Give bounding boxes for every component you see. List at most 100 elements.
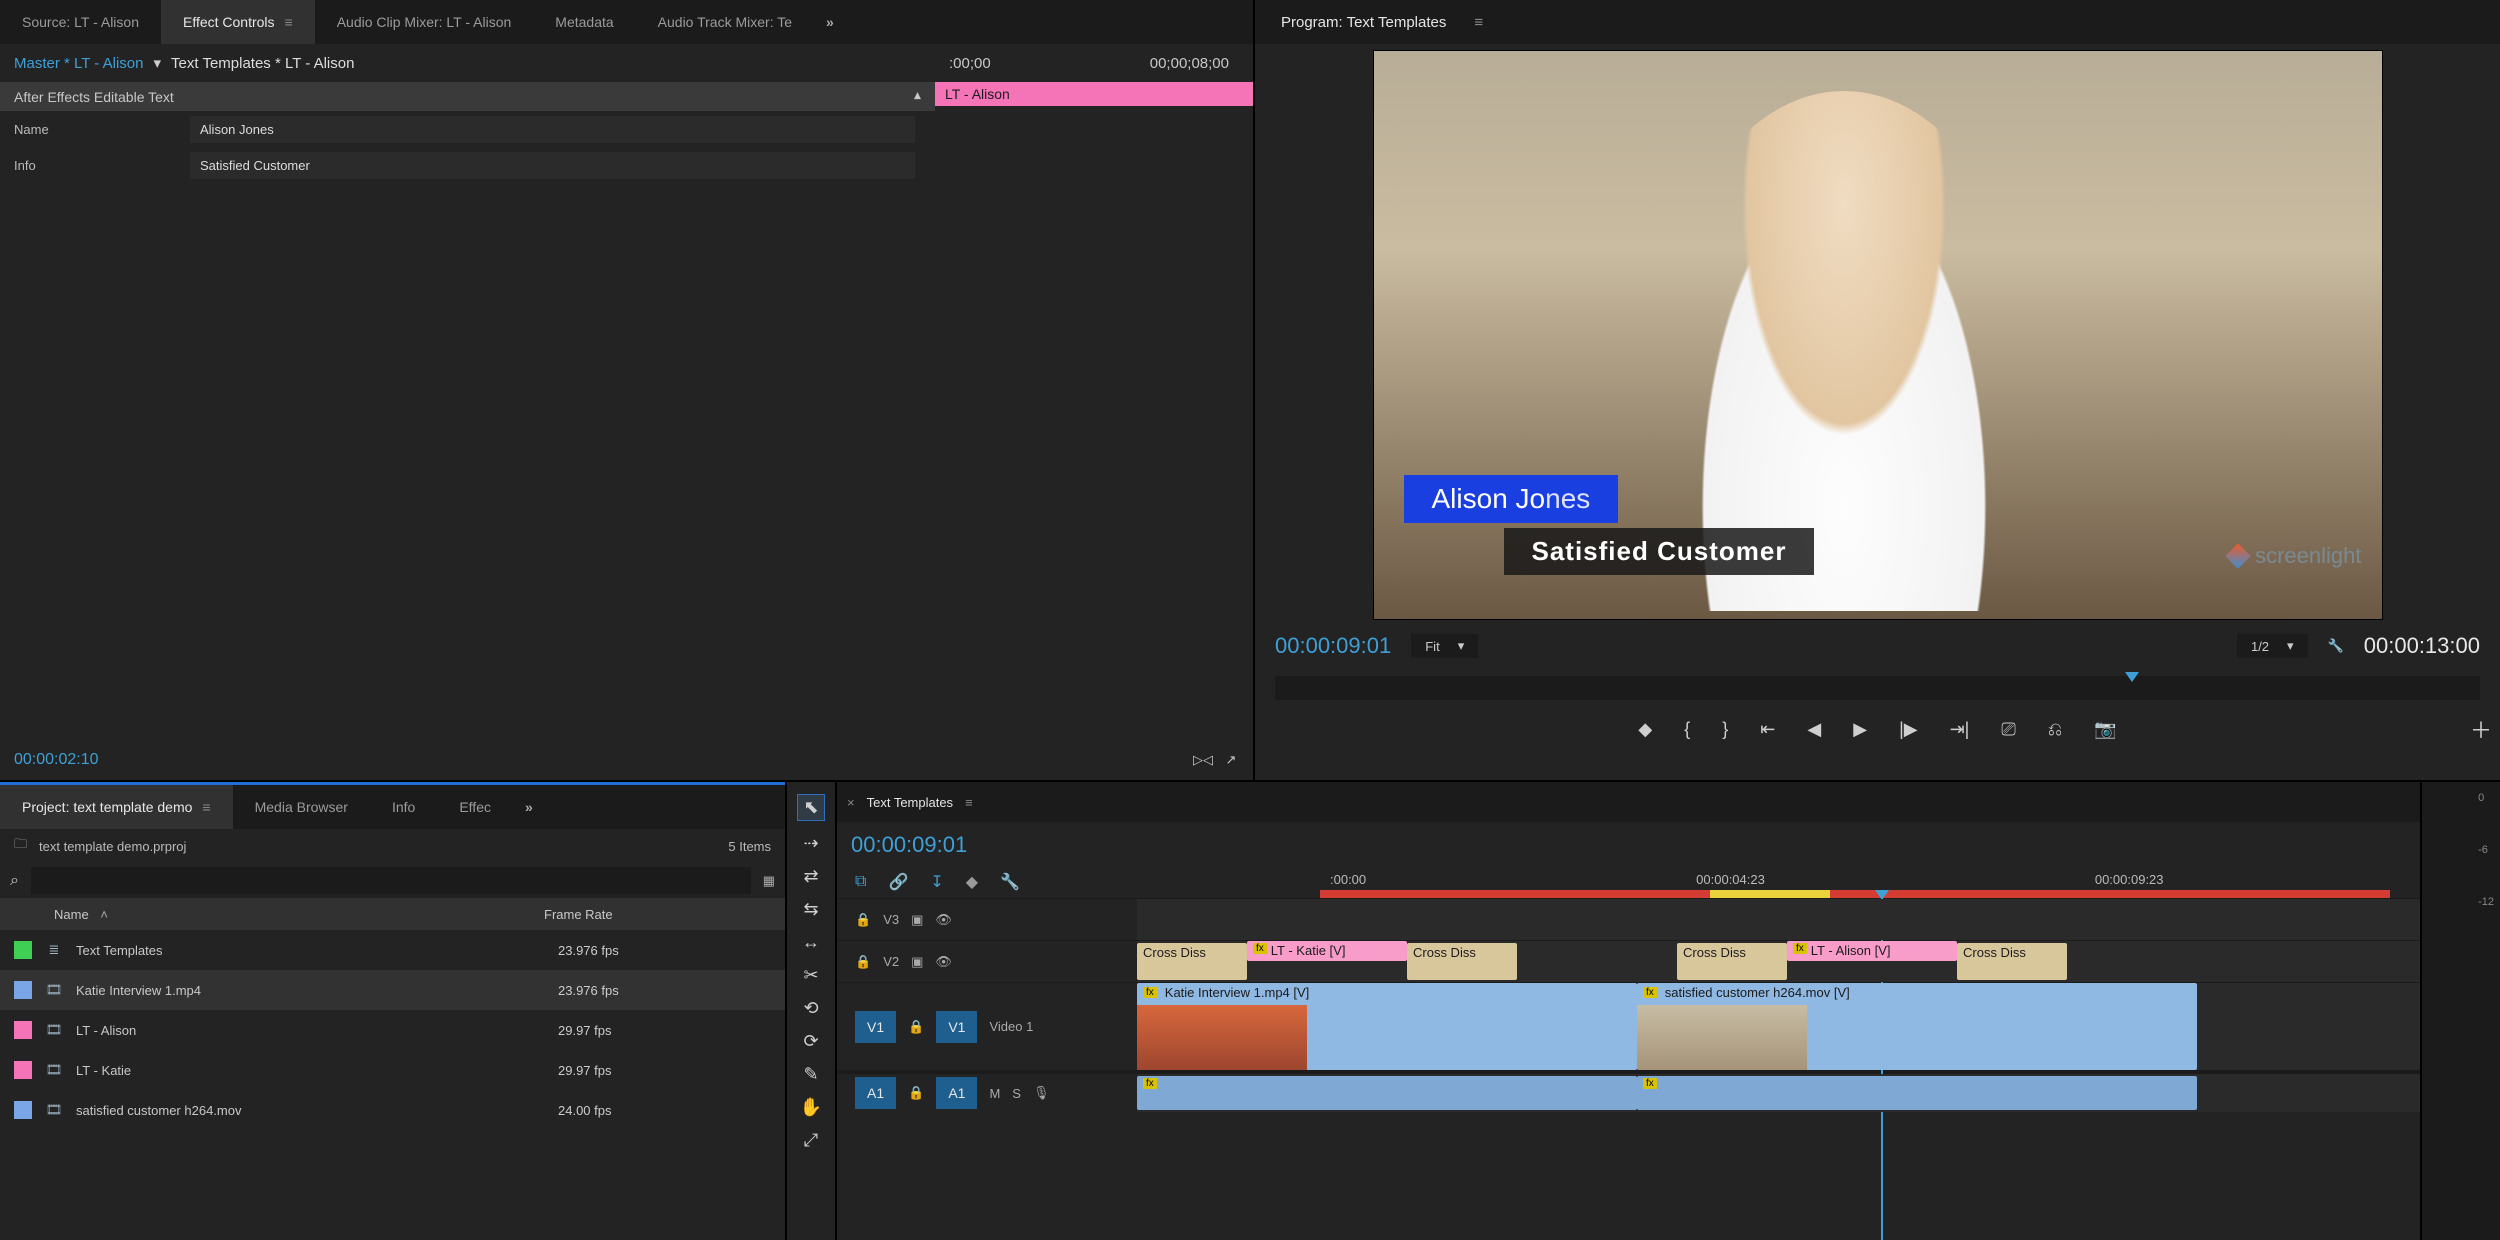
track-target-v1[interactable]: V1 <box>936 1011 977 1043</box>
extract-button[interactable]: ⎌ <box>2048 719 2062 740</box>
tab-sequence[interactable]: Text Templates <box>867 795 953 810</box>
clip-lt-katie[interactable]: fx LT - Katie [V] <box>1247 941 1407 961</box>
add-marker-button[interactable]: ◆ <box>1638 719 1652 740</box>
play-button[interactable]: ▶ <box>1853 719 1867 740</box>
insert-overwrite-icon[interactable]: ↧ <box>930 872 943 892</box>
ec-timecode[interactable]: 00:00:02:10 <box>14 751 99 769</box>
rolling-edit-tool-icon[interactable]: ⇆ <box>803 899 818 920</box>
go-to-in-button[interactable]: ⇤ <box>1760 719 1775 740</box>
lock-icon[interactable]: 🔒 <box>908 1019 924 1035</box>
tab-effects[interactable]: Effec <box>437 785 513 829</box>
program-monitor[interactable]: Alison Jones Satisfied Customer screenli… <box>1373 50 2383 620</box>
project-item[interactable]: 🎞 satisfied customer h264.mov 24.00 fps <box>0 1090 785 1130</box>
clip-audio-sat[interactable]: fx <box>1637 1076 2197 1110</box>
program-playhead-icon[interactable] <box>2125 672 2139 682</box>
hand-tool-icon[interactable]: ✋ <box>800 1097 822 1118</box>
work-area-bar[interactable] <box>1320 890 2420 898</box>
tab-audio-clip-mixer[interactable]: Audio Clip Mixer: LT - Alison <box>315 0 534 44</box>
loop-playback-icon[interactable]: ▷◁ <box>1193 752 1209 768</box>
tab-source[interactable]: Source: LT - Alison <box>0 0 161 44</box>
lift-button[interactable]: ⎚ <box>2001 719 2015 740</box>
program-tc-current[interactable]: 00:00:09:01 <box>1275 633 1391 659</box>
clip-cross-dissolve[interactable]: Cross Diss <box>1407 943 1517 980</box>
settings-icon[interactable]: 🔧 <box>2328 638 2344 654</box>
project-search-input[interactable] <box>31 867 751 894</box>
clip-cross-dissolve[interactable]: Cross Diss <box>1957 943 2067 980</box>
razor-tool-icon[interactable]: ✂ <box>803 965 818 986</box>
ae-text-section-header[interactable]: After Effects Editable Text ▾ <box>0 82 935 111</box>
eye-icon[interactable]: 👁 <box>935 954 952 970</box>
source-patch-v1[interactable]: V1 <box>855 1011 896 1043</box>
tab-overflow-icon[interactable]: » <box>814 14 846 30</box>
panel-menu-icon[interactable]: ≡ <box>202 799 210 815</box>
linked-selection-icon[interactable]: 🔗 <box>888 872 908 892</box>
field-info-input[interactable]: Satisfied Customer <box>190 152 915 179</box>
marker-icon[interactable]: ◆ <box>966 872 978 892</box>
clip-satisfied-customer[interactable]: fx satisfied customer h264.mov [V] <box>1637 983 2197 1070</box>
tab-metadata[interactable]: Metadata <box>533 0 635 44</box>
ec-track-clip[interactable]: LT - Alison <box>935 82 1253 106</box>
column-name-header[interactable]: Name ˄ <box>54 907 544 922</box>
chevron-down-icon[interactable]: ▾ <box>154 54 162 72</box>
export-frame-button[interactable]: 📷 <box>2094 719 2116 740</box>
tab-media-browser[interactable]: Media Browser <box>233 785 370 829</box>
clip-cross-dissolve[interactable]: Cross Diss <box>1677 943 1787 980</box>
close-tab-icon[interactable]: × <box>847 795 855 810</box>
project-item[interactable]: 🎞 Katie Interview 1.mp4 23.976 fps <box>0 970 785 1010</box>
export-frame-icon[interactable]: ↗ <box>1223 752 1239 768</box>
track-v2-lane[interactable]: Cross Diss fx LT - Katie [V] Cross Diss … <box>1137 941 2420 982</box>
timeline-ruler[interactable]: :00:00 00:00:04:23 00:00:09:23 <box>1020 868 2420 890</box>
tab-effect-controls[interactable]: Effect Controls ≡ <box>161 0 315 44</box>
go-to-out-button[interactable]: ⇥| <box>1950 719 1970 740</box>
tab-project[interactable]: Project: text template demo ≡ <box>0 785 233 829</box>
clip-katie-interview[interactable]: fx Katie Interview 1.mp4 [V] <box>1137 983 1637 1070</box>
ripple-edit-tool-icon[interactable]: ⇄ <box>803 866 818 887</box>
sync-lock-icon[interactable]: ▣ <box>911 954 923 970</box>
tab-audio-track-mixer[interactable]: Audio Track Mixer: Te <box>636 0 814 44</box>
resolution-dropdown[interactable]: 1/2 ▾ <box>2237 634 2308 658</box>
selection-tool-icon[interactable]: ⬉ <box>797 794 824 821</box>
section-collapse-icon[interactable]: ▾ <box>914 88 921 105</box>
new-bin-icon[interactable]: ▦ <box>763 873 775 889</box>
clip-audio-katie[interactable]: fx <box>1137 1076 1637 1110</box>
tab-overflow-icon[interactable]: » <box>513 799 545 815</box>
panel-menu-icon[interactable]: ≡ <box>965 795 973 810</box>
solo-icon[interactable]: S <box>1012 1086 1021 1101</box>
slide-tool-icon[interactable]: ⟳ <box>803 1031 818 1052</box>
field-name-input[interactable]: Alison Jones <box>190 116 915 143</box>
clip-cross-dissolve[interactable]: Cross Diss <box>1137 943 1247 980</box>
mark-out-button[interactable]: } <box>1722 719 1728 740</box>
track-a1-lane[interactable]: fx fx <box>1137 1074 2420 1112</box>
record-icon[interactable]: 🎙 <box>1033 1085 1050 1101</box>
track-target-a1[interactable]: A1 <box>936 1077 977 1109</box>
timeline-timecode[interactable]: 00:00:09:01 <box>851 832 967 858</box>
rate-stretch-tool-icon[interactable]: ↔ <box>802 932 820 953</box>
lock-icon[interactable]: 🔒 <box>855 912 871 928</box>
button-editor-icon[interactable]: ＋ <box>2470 713 2492 745</box>
lock-icon[interactable]: 🔒 <box>908 1085 924 1101</box>
project-item[interactable]: 🎞 LT - Katie 29.97 fps <box>0 1050 785 1090</box>
project-item[interactable]: ≣ Text Templates 23.976 fps <box>0 930 785 970</box>
lock-icon[interactable]: 🔒 <box>855 954 871 970</box>
source-patch-a1[interactable]: A1 <box>855 1077 896 1109</box>
step-forward-button[interactable]: |▶ <box>1899 719 1918 740</box>
master-clip-link[interactable]: Master * LT - Alison <box>14 55 144 72</box>
snap-icon[interactable]: ⧉ <box>855 873 866 891</box>
track-select-tool-icon[interactable]: ⇢ <box>803 833 818 854</box>
pen-tool-icon[interactable]: ✎ <box>803 1064 818 1085</box>
zoom-fit-dropdown[interactable]: Fit ▾ <box>1411 634 1478 658</box>
panel-menu-icon[interactable]: ≡ <box>285 14 293 30</box>
zoom-tool-icon[interactable]: ⤢ <box>804 1130 818 1151</box>
slip-tool-icon[interactable]: ⟲ <box>803 998 818 1019</box>
project-item[interactable]: 🎞 LT - Alison 29.97 fps <box>0 1010 785 1050</box>
program-time-ruler[interactable] <box>1275 676 2480 700</box>
column-framerate-header[interactable]: Frame Rate <box>544 907 613 922</box>
mute-icon[interactable]: M <box>989 1086 1000 1101</box>
timeline-settings-icon[interactable]: 🔧 <box>1000 872 1020 892</box>
track-v1-lane[interactable]: fx Katie Interview 1.mp4 [V] fx satisfie… <box>1137 983 2420 1070</box>
step-back-button[interactable]: ◀ <box>1807 719 1821 740</box>
tab-info[interactable]: Info <box>370 785 437 829</box>
eye-icon[interactable]: 👁 <box>935 912 952 928</box>
tab-program[interactable]: Program: Text Templates <box>1265 14 1462 31</box>
track-v3-lane[interactable] <box>1137 899 2420 940</box>
